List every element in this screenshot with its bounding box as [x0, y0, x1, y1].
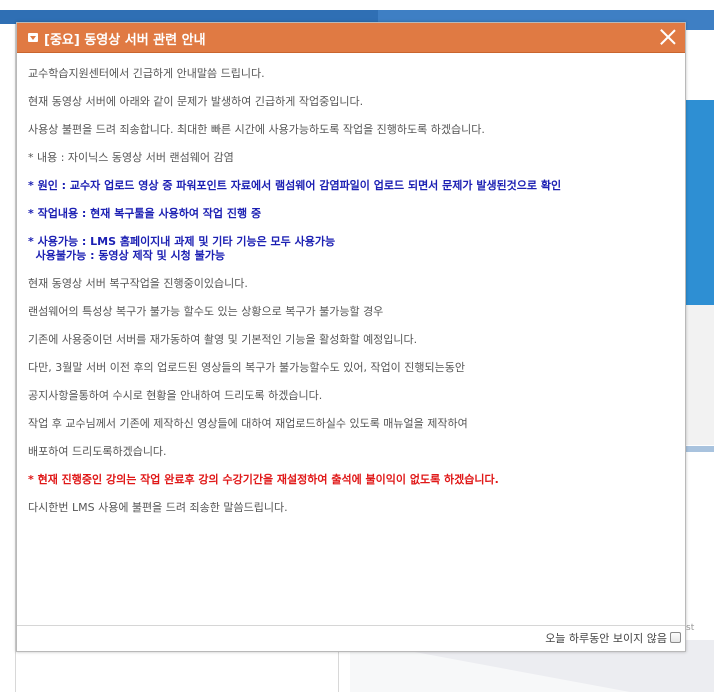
notice-popup: [중요] 동영상 서버 관련 안내 교수학습지원센터에서 긴급하게 안내말씀 드…: [16, 22, 686, 652]
hide-today-checkbox[interactable]: [670, 632, 681, 643]
popup-footer: 오늘 하루동안 보이지 않음: [17, 625, 685, 651]
collapse-icon[interactable]: [28, 33, 38, 42]
notice-line: 현재 동영상 서버에 아래와 같이 문제가 발생하여 긴급하게 작업중입니다.: [28, 95, 364, 108]
notice-line: * 내용 : 자이닉스 동영상 서버 랜섬웨어 감염: [28, 151, 234, 164]
notice-line: 배포하여 드리도록하겠습니다.: [28, 445, 167, 458]
background-corner-text: st: [686, 623, 695, 633]
background-panel: [686, 305, 714, 445]
notice-line: 다시한번 LMS 사용에 불편을 드려 죄송한 말씀드립니다.: [28, 501, 288, 514]
hide-today-label[interactable]: 오늘 하루동안 보이지 않음: [545, 630, 667, 646]
notice-line: 기존에 사용중이던 서버를 재가동하여 촬영 및 기본적인 기능을 활성화할 예…: [28, 333, 418, 346]
notice-work: * 작업내용 : 현재 복구툴을 사용하여 작업 진행 중: [28, 207, 262, 220]
popup-body: 교수학습지원센터에서 긴급하게 안내말씀 드립니다. 현재 동영상 서버에 아래…: [17, 53, 685, 515]
notice-unavailable: 사용불가능 : 동영상 제작 및 시청 불가능: [28, 249, 225, 262]
notice-cause: * 원인 : 교수자 업로드 영상 중 파워포인트 자료에서 램섬웨어 감염파일…: [28, 179, 562, 192]
popup-header[interactable]: [중요] 동영상 서버 관련 안내: [17, 23, 685, 53]
notice-line: 랜섬웨어의 특성상 복구가 불가능 할수도 있는 상황으로 복구가 불가능할 경…: [28, 305, 384, 318]
notice-available: * 사용가능 : LMS 홈페이지내 과제 및 기타 기능은 모두 사용가능: [28, 235, 336, 248]
background-banner: [686, 100, 714, 305]
background-stripe: [686, 446, 714, 452]
notice-line: 현재 동영상 서버 복구작업을 진행중이있습니다.: [28, 277, 248, 290]
notice-line: 다만, 3월말 서버 이전 후의 업로드된 영상들의 복구가 불가능할수도 있어…: [28, 361, 466, 374]
notice-line: 공지사항을통하여 수시로 현황을 안내하여 드리도록 하겠습니다.: [28, 389, 323, 402]
notice-line: 작업 후 교수님께서 기존에 제작하신 영상들에 대하여 재업로드하실수 있도록…: [28, 417, 468, 430]
notice-line: 교수학습지원센터에서 긴급하게 안내말씀 드립니다.: [28, 67, 265, 80]
popup-title: [중요] 동영상 서버 관련 안내: [44, 33, 206, 48]
notice-important: * 현재 진행중인 강의는 작업 완료후 강의 수강기간을 재설정하여 출석에 …: [28, 473, 499, 486]
close-button[interactable]: [659, 28, 677, 46]
notice-line: 사용상 불편을 드려 죄송합니다. 최대한 빠른 시간에 사용가능하도록 작업을…: [28, 123, 485, 136]
background-top-area: [0, 0, 714, 10]
